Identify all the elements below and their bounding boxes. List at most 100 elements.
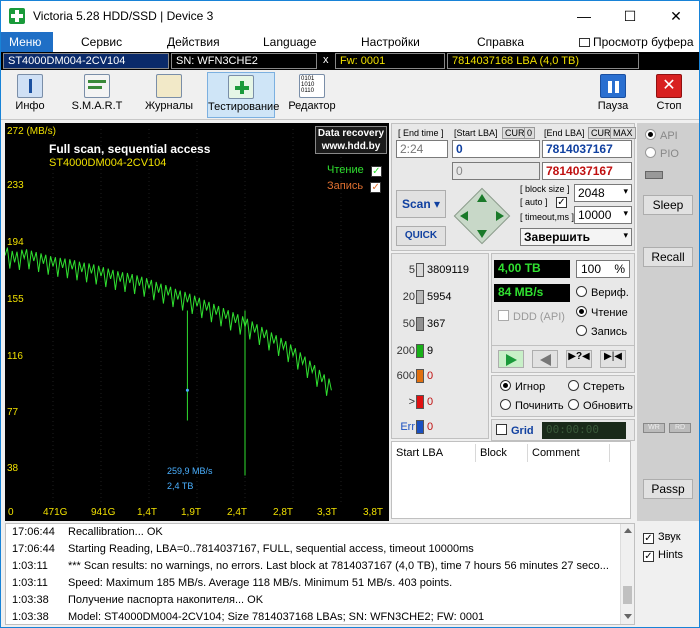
ddd-checkbox[interactable] — [498, 310, 509, 321]
passport-button[interactable]: Passp — [643, 479, 693, 499]
arrow-up-icon[interactable] — [477, 194, 487, 202]
minimize-button[interactable]: — — [561, 1, 607, 32]
col-comment[interactable]: Comment — [528, 444, 610, 462]
arrow-down-icon[interactable] — [477, 230, 487, 238]
auto-checkbox[interactable]: ✓ — [556, 197, 567, 208]
info-label: Инфо — [15, 100, 45, 112]
end-lba-field[interactable]: 7814037167 — [542, 140, 632, 158]
write-radio[interactable] — [576, 325, 587, 336]
timeout-select[interactable]: 10000 ▾ — [574, 206, 632, 224]
grid-checkbox[interactable] — [496, 424, 507, 435]
grid-label: Grid — [511, 425, 534, 437]
col-block[interactable]: Block — [476, 444, 528, 462]
end-time-field[interactable]: 2:24 — [396, 140, 448, 158]
step-button[interactable]: ▶|◀ — [600, 350, 626, 368]
defects-table: Start LBA Block Comment — [391, 441, 631, 519]
info-button[interactable]: Инфо — [7, 72, 53, 118]
scan-button[interactable]: Scan ▾ — [396, 190, 446, 218]
api-radio[interactable] — [645, 129, 656, 140]
menu-item-service[interactable]: Сервис — [81, 35, 122, 49]
y-tick-155: 155 — [7, 294, 24, 305]
wr-indicator: WR — [643, 423, 665, 433]
ddd-api-option[interactable]: DDD (API) — [498, 310, 565, 323]
repair-radio[interactable] — [500, 399, 511, 410]
scroll-thumb[interactable] — [623, 586, 632, 604]
end-lba-label: [End LBA] — [544, 128, 585, 138]
x-tick-3-8t: 3,8T — [363, 507, 384, 518]
hints-checkbox[interactable]: ✓ — [643, 551, 654, 562]
recall-button[interactable]: Recall — [643, 247, 693, 267]
arrow-right-icon[interactable] — [496, 211, 504, 221]
menu-item-buffer-viewer[interactable]: Просмотр буфера — [579, 35, 694, 49]
stop-button[interactable]: ✕ Стоп — [647, 72, 691, 118]
series-line-read — [5, 247, 332, 396]
grid-option[interactable]: Grid — [496, 424, 534, 437]
drive-info-bar: ST4000DM004-2CV104 SN: WFN3CHE2 x Fw: 00… — [1, 52, 699, 70]
start-lba-zero-button[interactable]: 0 — [524, 127, 536, 139]
scroll-down-icon[interactable] — [624, 614, 632, 619]
drive-close-icon[interactable]: x — [319, 53, 333, 69]
menu-item-menu[interactable]: Меню — [1, 32, 53, 52]
x-tick-0: 0 — [8, 507, 14, 518]
action-refresh[interactable]: Обновить — [568, 399, 633, 412]
close-button[interactable]: ✕ — [653, 1, 699, 32]
quick-button[interactable]: QUICK — [396, 226, 446, 246]
log-scrollbar[interactable] — [620, 524, 634, 624]
logs-button[interactable]: Журналы — [141, 72, 197, 118]
finish-action-value: Завершить — [524, 230, 591, 244]
start-lba-field[interactable]: 0 — [452, 140, 540, 158]
mode-read[interactable]: Чтение — [576, 306, 628, 319]
write-checkbox[interactable]: ✓ — [370, 182, 382, 193]
counter-threshold: 600 — [396, 369, 415, 382]
end-lba-max-button[interactable]: MAX — [610, 127, 636, 139]
scroll-up-icon[interactable] — [624, 528, 632, 533]
arrow-left-icon[interactable] — [460, 211, 468, 221]
action-ignore[interactable]: Игнор — [500, 380, 545, 393]
sound-option[interactable]: ✓ Звук — [643, 531, 681, 544]
reverse-button[interactable] — [532, 350, 558, 368]
editor-button[interactable]: 0101 1010 0110 Редактор — [285, 72, 339, 118]
smart-button[interactable]: S.M.A.R.T — [67, 72, 127, 118]
pio-radio[interactable] — [645, 147, 656, 158]
sound-checkbox[interactable]: ✓ — [643, 533, 654, 544]
end-lba-current: 7814037167 — [542, 162, 632, 180]
action-erase[interactable]: Стереть — [568, 380, 625, 393]
legend-write[interactable]: Запись ✓ — [327, 180, 385, 193]
ddd-label: DDD (API) — [513, 311, 565, 323]
menu-item-actions[interactable]: Действия — [167, 35, 220, 49]
counter-value: 0 — [427, 395, 434, 408]
api-option[interactable]: API — [645, 129, 678, 142]
erase-radio[interactable] — [568, 380, 579, 391]
read-checkbox[interactable]: ✓ — [370, 166, 382, 177]
finish-action-select[interactable]: Завершить ▾ — [520, 228, 632, 246]
hints-option[interactable]: ✓ Hints — [643, 549, 683, 562]
ignore-radio[interactable] — [500, 380, 511, 391]
log-row: 1:03:38 Получение паспорта накопителя... … — [6, 592, 622, 609]
action-repair[interactable]: Починить — [500, 399, 564, 412]
y-tick-77: 77 — [7, 407, 19, 418]
maximize-button[interactable]: ☐ — [607, 1, 653, 32]
read-radio[interactable] — [576, 306, 587, 317]
menu-item-help[interactable]: Справка — [477, 35, 524, 49]
block-size-select[interactable]: 2048 ▾ — [574, 184, 632, 202]
menu-item-settings[interactable]: Настройки — [361, 35, 420, 49]
sleep-button[interactable]: Sleep — [643, 195, 693, 215]
mode-verify[interactable]: Вериф. — [576, 286, 629, 299]
log-row: 17:06:44 Starting Reading, LBA=0..7814037… — [6, 541, 622, 558]
menu-item-language[interactable]: Language — [263, 35, 316, 49]
log-message: Получение паспорта накопителя... OK — [68, 594, 264, 606]
legend-read[interactable]: Чтение ✓ — [327, 164, 386, 177]
col-start-lba[interactable]: Start LBA — [392, 444, 476, 462]
pause-button[interactable]: Пауза — [591, 72, 635, 118]
write-mode-label: Запись — [591, 326, 628, 338]
verify-radio[interactable] — [576, 286, 587, 297]
skip-unknown-button[interactable]: ▶?◀ — [566, 350, 592, 368]
refresh-radio[interactable] — [568, 399, 579, 410]
pio-option[interactable]: PIO — [645, 147, 679, 160]
mode-write[interactable]: Запись — [576, 325, 627, 338]
current-lba-field: 0 — [452, 162, 540, 180]
testing-button[interactable]: Тестирование — [207, 72, 279, 118]
play-button[interactable] — [498, 350, 524, 368]
timeout-value: 10000 — [578, 208, 612, 222]
x-tick-471g: 471G — [43, 507, 68, 518]
